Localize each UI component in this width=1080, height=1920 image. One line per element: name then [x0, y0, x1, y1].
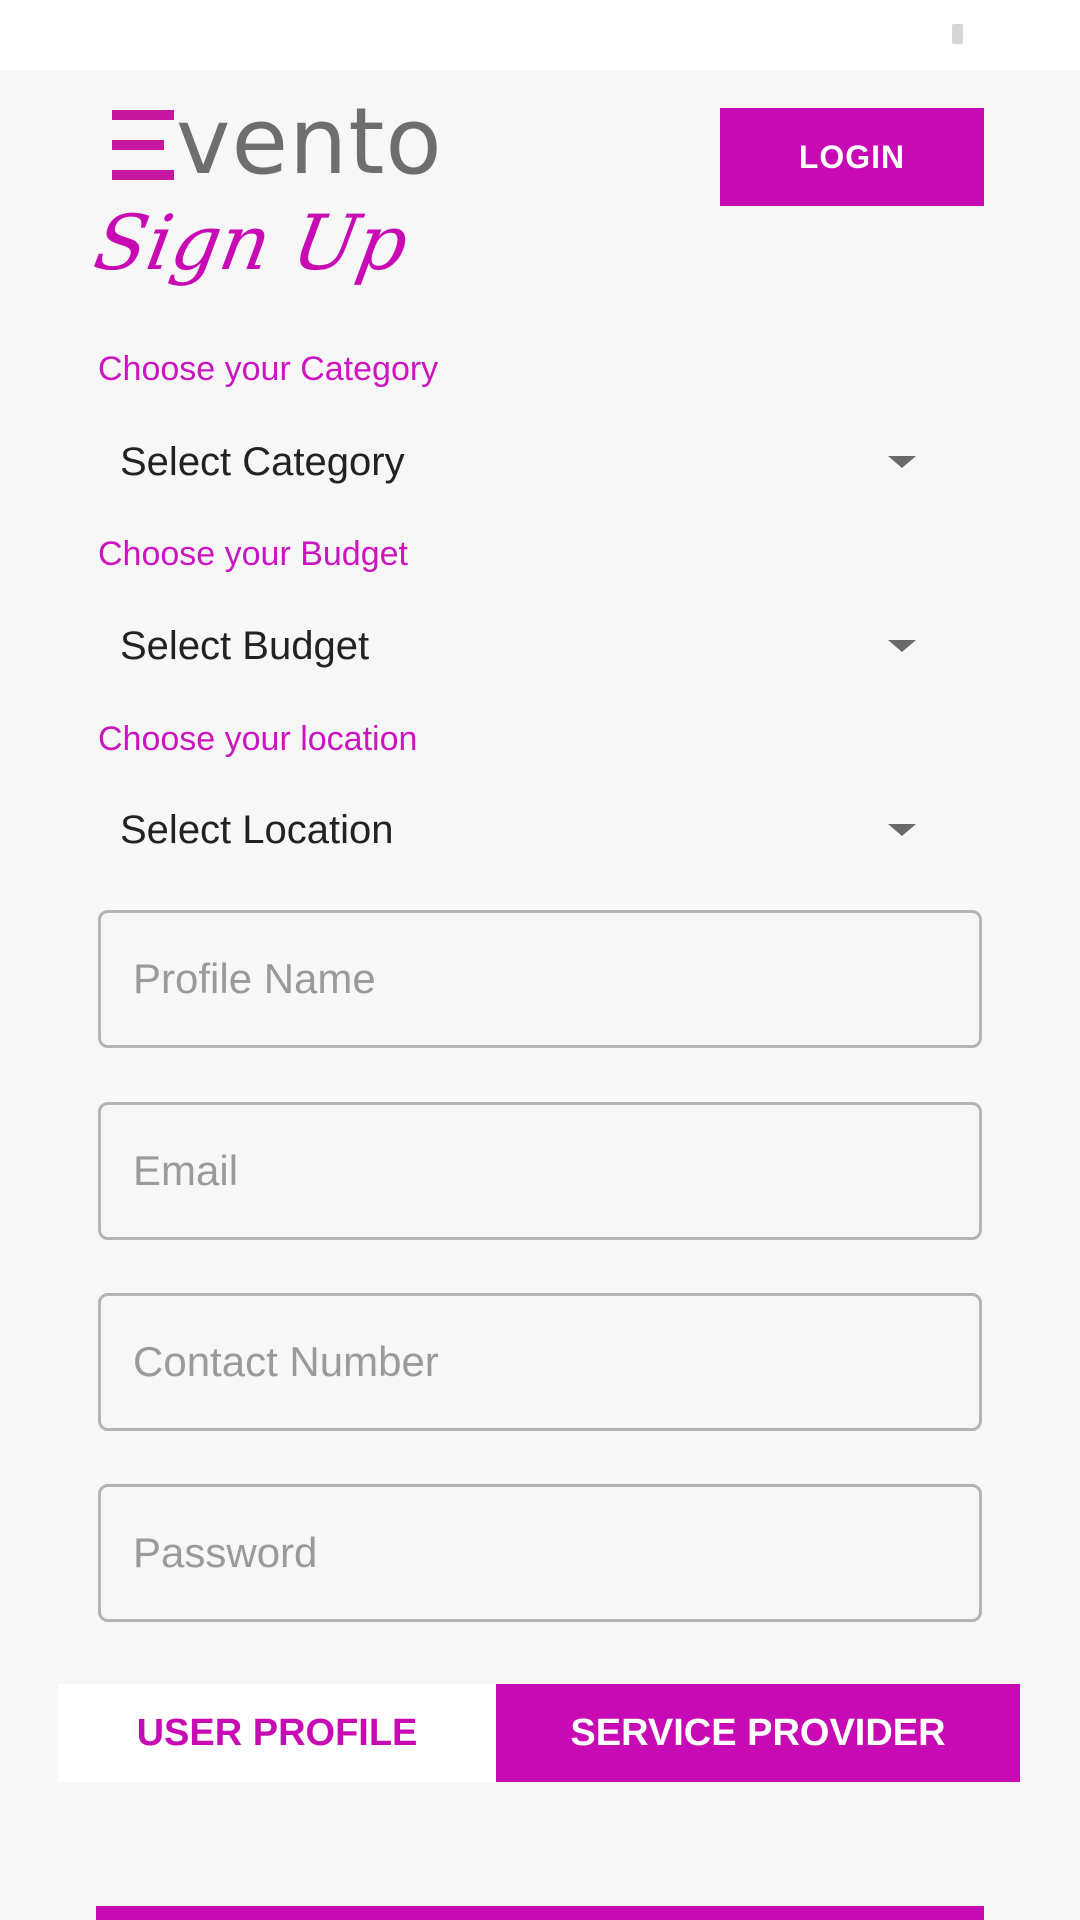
profile-name-input[interactable] [133, 955, 979, 1003]
caret-down-icon [888, 824, 916, 836]
category-label: Choose your Category [98, 350, 439, 388]
budget-selected-value: Select Budget [120, 623, 370, 668]
email-field[interactable] [98, 1102, 982, 1240]
location-dropdown[interactable]: Select Location [98, 790, 938, 870]
profile-name-field[interactable] [98, 910, 982, 1048]
status-bar [0, 0, 1080, 70]
budget-dropdown[interactable]: Select Budget [98, 606, 938, 686]
password-field[interactable] [98, 1484, 982, 1622]
email-input[interactable] [133, 1147, 979, 1195]
contact-number-field[interactable] [98, 1293, 982, 1431]
user-profile-button[interactable]: USER PROFILE [58, 1684, 496, 1782]
category-selected-value: Select Category [120, 439, 405, 484]
category-dropdown[interactable]: Select Category [98, 422, 938, 502]
caret-down-icon [888, 640, 916, 652]
signup-submit-button[interactable] [96, 1906, 984, 1920]
evento-logo: vento [112, 96, 443, 190]
contact-number-input[interactable] [133, 1338, 979, 1386]
logo-text: vento [176, 88, 443, 195]
service-provider-button[interactable]: SERVICE PROVIDER [496, 1684, 1020, 1782]
location-label: Choose your location [98, 720, 418, 758]
caret-down-icon [888, 456, 916, 468]
login-button[interactable]: LOGIN [720, 108, 984, 206]
budget-label: Choose your Budget [98, 535, 408, 573]
location-selected-value: Select Location [120, 807, 394, 852]
page-title: Sign Up [88, 198, 415, 287]
password-input[interactable] [133, 1529, 979, 1577]
logo-mark-icon [112, 110, 174, 180]
status-indicator-icon [952, 24, 963, 44]
profile-type-toggle: USER PROFILE SERVICE PROVIDER [58, 1684, 1020, 1782]
